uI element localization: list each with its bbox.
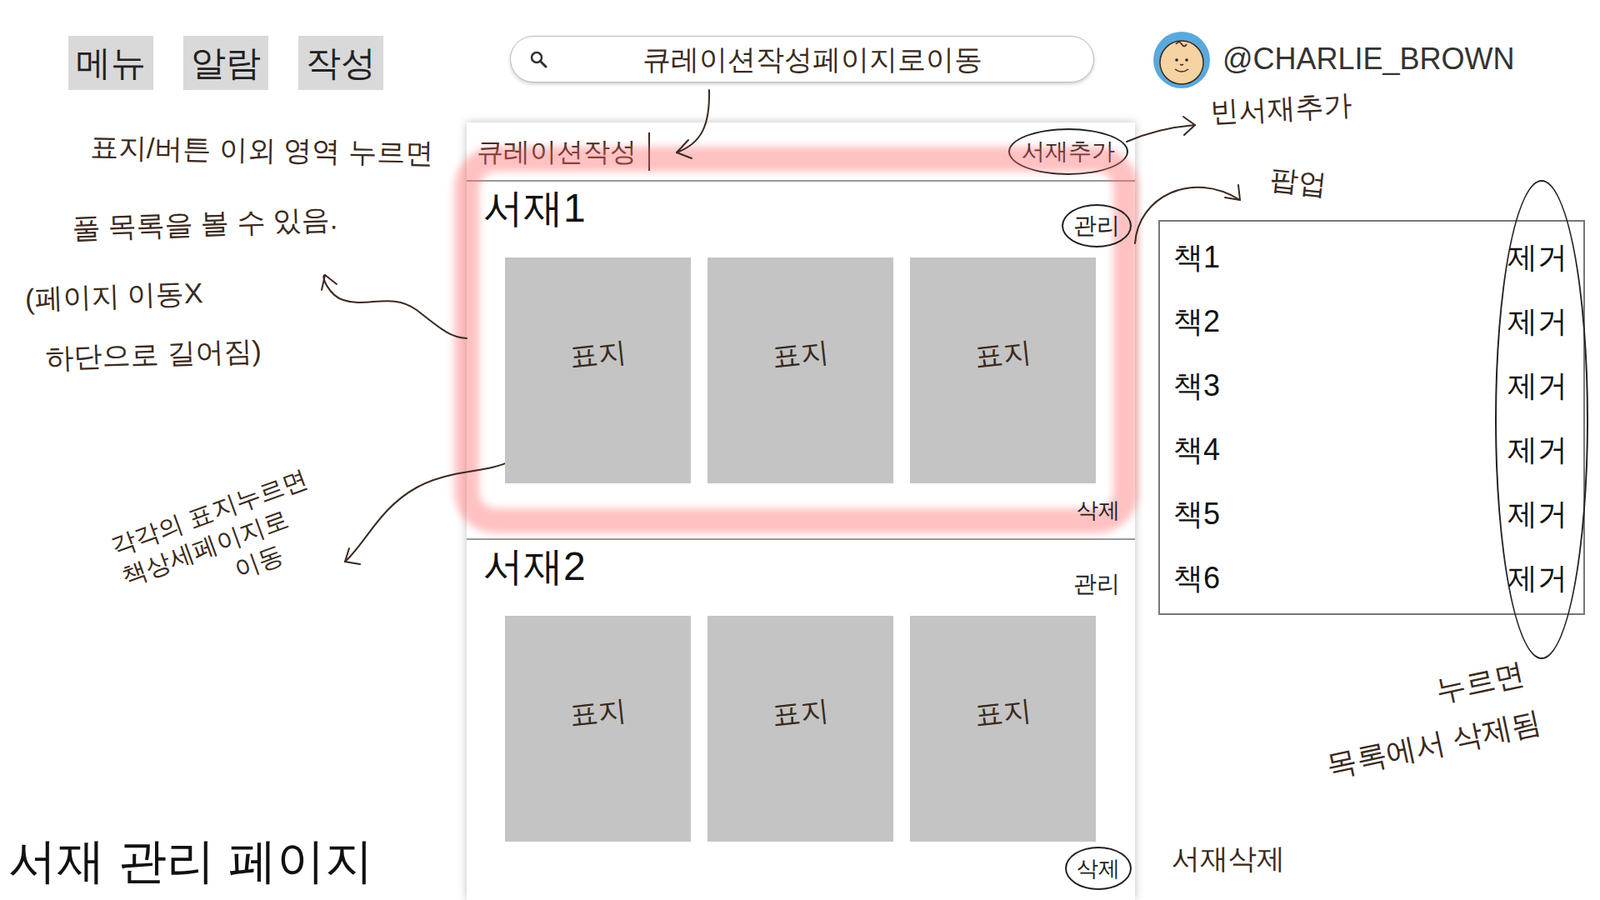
annotation: 빈서재추가	[1209, 88, 1353, 130]
cover-label: 표지	[973, 692, 1034, 732]
cover-row: 표지 표지 표지	[505, 615, 1132, 842]
cover-label: 표지	[568, 334, 629, 374]
shelf-panel: 큐레이션작성서재추가서재1관리표지표지표지삭제서재2관리표지표지표지삭제	[466, 122, 1135, 900]
annotation: 표지/버튼 이외 영역 누르면	[90, 130, 434, 170]
book-row: 책4 제거	[1160, 417, 1584, 482]
cover-label: 표지	[770, 692, 831, 732]
shelf-delete-row: 삭제	[483, 846, 1132, 890]
annotation: 누르면	[1432, 655, 1528, 710]
avatar-icon-svg	[1152, 30, 1211, 90]
panel-header: 큐레이션작성 서재추가	[466, 122, 1135, 182]
manage-button[interactable]: 관리	[1061, 204, 1132, 248]
book-title: 책5	[1173, 495, 1220, 533]
nav-button[interactable]: 알람	[183, 35, 269, 90]
create-curation-link[interactable]: 큐레이션작성	[476, 135, 637, 169]
shelf[interactable]: 서재1 관리표지 표지 표지삭제	[466, 181, 1135, 540]
book-cover[interactable]: 표지	[505, 257, 691, 484]
cover-annotation: 각각의 표지누르면책상세페이지로이동	[106, 462, 334, 623]
book-title: 책3	[1173, 367, 1220, 405]
remove-button[interactable]: 제거	[1507, 303, 1568, 340]
create-link-group: 큐레이션작성	[476, 132, 650, 171]
book-cover[interactable]: 표지	[910, 615, 1096, 842]
annotation: 풀 목록을 볼 수 있음.	[70, 201, 338, 245]
nav-button[interactable]: 작성	[298, 35, 384, 90]
book-row: 책3 제거	[1160, 353, 1584, 418]
cover-row: 표지 표지 표지	[505, 257, 1132, 484]
nav: 메뉴 알람 작성	[68, 35, 384, 90]
remove-button[interactable]: 제거	[1507, 431, 1568, 469]
book-row: 책1 제거	[1160, 225, 1584, 290]
search-note: 큐레이션작성페이지로이동	[547, 42, 1077, 76]
book-title: 책2	[1173, 303, 1220, 340]
book-cover[interactable]: 표지	[910, 257, 1096, 484]
cover-label: 표지	[568, 692, 629, 732]
add-shelf-button[interactable]: 서재추가	[1008, 128, 1129, 175]
book-cover[interactable]: 표지	[707, 257, 894, 484]
nav-button[interactable]: 메뉴	[68, 35, 154, 90]
page-title: 서재 관리 페이지	[8, 833, 374, 889]
annotation: 서재삭제	[1171, 841, 1285, 875]
shelf-title: 서재2	[483, 543, 586, 590]
shelf[interactable]: 서재2 관리표지 표지 표지삭제	[466, 540, 1135, 897]
remove-button[interactable]: 제거	[1507, 560, 1568, 597]
book-cover[interactable]: 표지	[505, 615, 691, 842]
remove-button[interactable]: 제거	[1507, 239, 1568, 276]
search-bar[interactable]: 큐레이션작성페이지로이동	[510, 35, 1095, 83]
annotation: 하단으로 길어짐)	[45, 333, 262, 375]
user-handle[interactable]: @CHARLIE_BROWN	[1222, 40, 1515, 78]
shelf-title-row: 서재2 관리	[483, 543, 1132, 613]
divider	[648, 132, 650, 171]
book-cover[interactable]: 표지	[707, 615, 894, 842]
delete-shelf-button[interactable]: 삭제	[1065, 846, 1132, 890]
cover-label: 표지	[973, 334, 1034, 374]
annotation: 팝업	[1268, 162, 1329, 202]
book-title: 책4	[1173, 431, 1220, 469]
book-row: 책6 제거	[1160, 545, 1584, 610]
shelf-title: 서재1	[483, 185, 586, 232]
avatar-icon	[1152, 30, 1211, 90]
remove-button[interactable]: 제거	[1507, 367, 1568, 405]
remove-button[interactable]: 제거	[1507, 495, 1568, 533]
shelf-title-row: 서재1 관리	[483, 185, 1132, 255]
delete-shelf-button[interactable]: 삭제	[1065, 488, 1132, 532]
book-title: 책6	[1173, 560, 1220, 597]
book-row: 책5 제거	[1160, 481, 1584, 546]
search-icon-svg	[529, 50, 548, 69]
annotation: 목록에서 삭제됨	[1323, 704, 1545, 785]
book-title: 책1	[1173, 239, 1220, 276]
cover-label: 표지	[770, 334, 831, 374]
top-bar: 메뉴 알람 작성 큐레이션작성페이지로이동 @CHARLIE_BROWN	[0, 0, 1600, 123]
annotation: (페이지 이동X	[24, 275, 204, 315]
shelf-delete-row: 삭제	[483, 488, 1132, 532]
book-row: 책2 제거	[1160, 289, 1584, 354]
book-list-popup: 책1제거책2제거책3제거책4제거책5제거책6제거	[1158, 220, 1585, 615]
remove-column-circle	[1495, 180, 1589, 660]
manage-button[interactable]: 관리	[1061, 562, 1132, 606]
search-icon	[529, 50, 548, 69]
